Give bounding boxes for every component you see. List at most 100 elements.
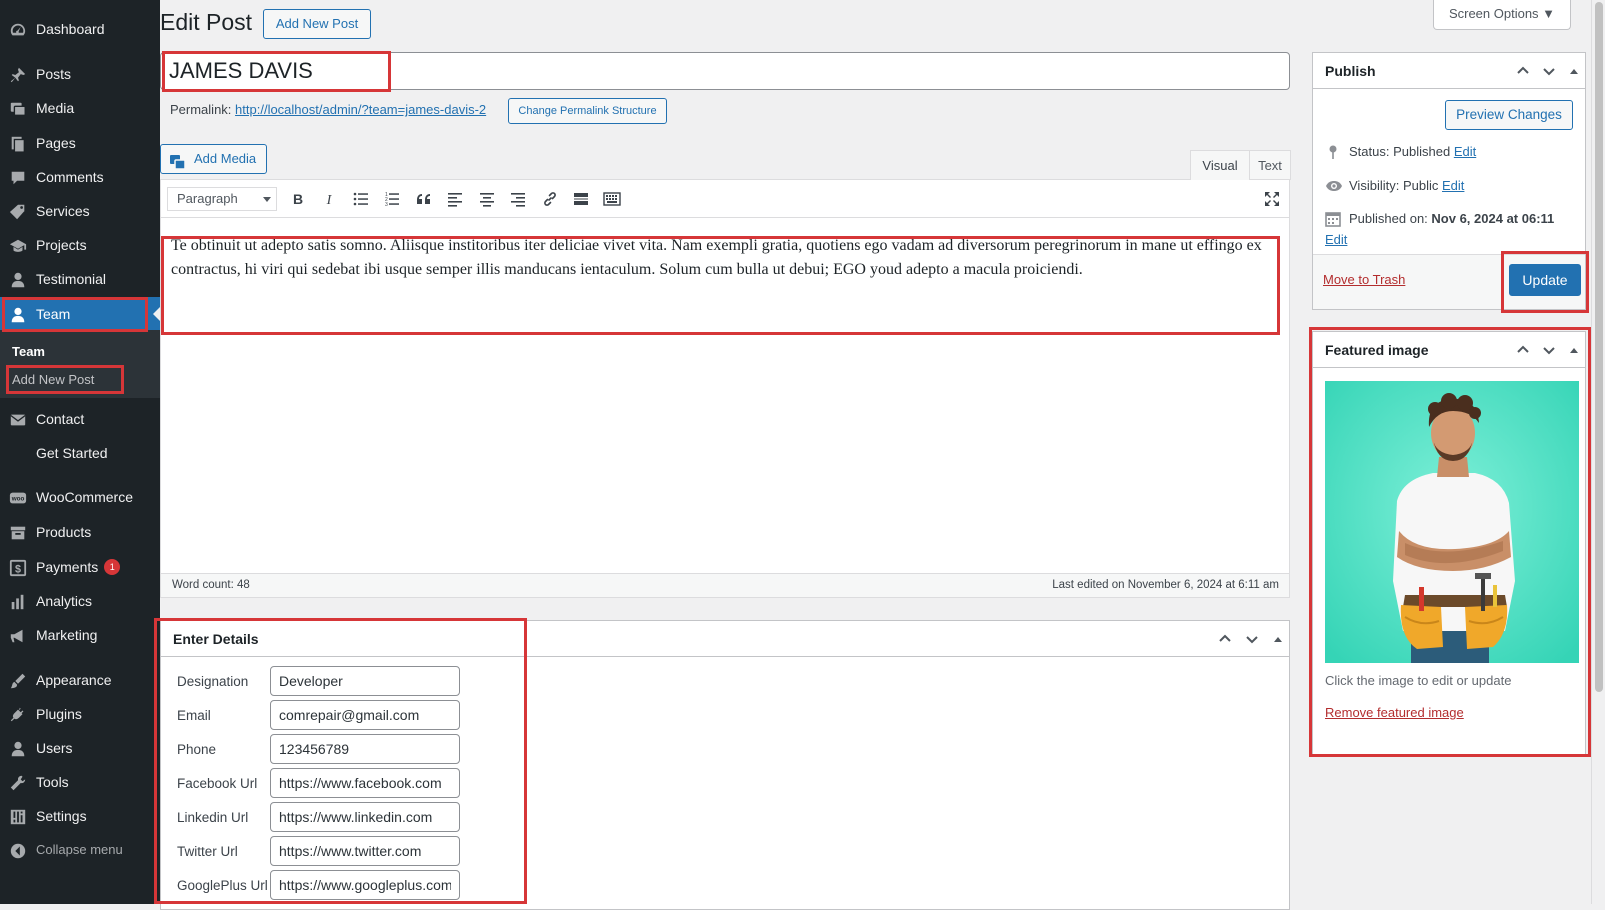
sidebar-item-label: Users <box>36 740 73 756</box>
sidebar-item-team[interactable]: Team <box>0 297 160 331</box>
sidebar-item-get-started[interactable]: Get Started <box>0 436 160 470</box>
edit-visibility-link[interactable]: Edit <box>1442 178 1464 193</box>
remove-featured-image-link[interactable]: Remove featured image <box>1325 705 1464 720</box>
align-center-icon[interactable] <box>474 187 500 213</box>
sidebar-item-contact[interactable]: Contact <box>0 402 160 436</box>
sidebar-item-analytics[interactable]: Analytics <box>0 584 160 618</box>
current-menu-arrow <box>153 307 160 321</box>
plug-icon <box>9 706 27 724</box>
align-right-icon[interactable] <box>505 187 531 213</box>
archive-icon <box>9 524 27 542</box>
facebook-url-input[interactable] <box>270 768 460 798</box>
pin-icon <box>9 66 27 84</box>
field-label: Twitter Url <box>177 844 238 859</box>
toolbar-toggle-icon[interactable] <box>599 187 625 213</box>
sidebar-item-users[interactable]: Users <box>0 731 160 765</box>
publish-metabox: Publish Preview Changes Status: Publishe… <box>1312 52 1586 310</box>
chevron-up-icon[interactable] <box>1514 62 1532 80</box>
format-select[interactable]: Paragraph <box>167 187 277 211</box>
sidebar-item-label: Plugins <box>36 706 82 722</box>
align-left-icon[interactable] <box>442 187 468 213</box>
collapse-icon <box>9 842 27 860</box>
sidebar-item-payments[interactable]: $ Payments 1 <box>0 550 160 584</box>
tab-visual[interactable]: Visual <box>1190 150 1250 180</box>
sidebar-item-testimonial[interactable]: Testimonial <box>0 262 160 296</box>
add-new-post-button[interactable]: Add New Post <box>263 9 371 39</box>
chevron-down-icon[interactable] <box>1540 341 1558 359</box>
googleplus-url-input[interactable] <box>270 870 460 900</box>
post-title-input[interactable] <box>160 52 1290 90</box>
submenu-item-team[interactable]: Team <box>12 344 45 359</box>
word-count: Word count: 48 <box>172 579 250 591</box>
field-label: Email <box>177 708 211 723</box>
sidebar-item-marketing[interactable]: Marketing <box>0 618 160 652</box>
svg-text:3: 3 <box>385 202 388 207</box>
sidebar-item-settings[interactable]: Settings <box>0 799 160 833</box>
notification-badge: 1 <box>104 559 121 575</box>
edit-status-link[interactable]: Edit <box>1454 144 1476 159</box>
featured-image[interactable] <box>1325 381 1579 663</box>
sidebar-item-dashboard[interactable]: Dashboard <box>0 12 160 46</box>
pin-icon <box>1325 144 1341 160</box>
sidebar-item-media[interactable]: Media <box>0 91 160 125</box>
add-media-button[interactable]: Add Media <box>160 144 267 174</box>
sidebar-item-plugins[interactable]: Plugins <box>0 697 160 731</box>
chevron-up-icon[interactable] <box>1514 341 1532 359</box>
sidebar-item-woocommerce[interactable]: woo WooCommerce <box>0 480 160 514</box>
status-value: Published <box>1393 144 1451 159</box>
change-permalink-button[interactable]: Change Permalink Structure <box>508 98 667 124</box>
preview-changes-button[interactable]: Preview Changes <box>1445 100 1573 130</box>
scrollbar-thumb[interactable] <box>1595 2 1603 692</box>
italic-icon[interactable]: I <box>316 187 342 213</box>
linkedin-url-input[interactable] <box>270 802 460 832</box>
toggle-panel-icon[interactable] <box>1565 62 1583 80</box>
sidebar-item-projects[interactable]: Projects <box>0 228 160 262</box>
field-label: Designation <box>177 674 249 689</box>
media-icon <box>170 152 186 170</box>
sidebar-item-comments[interactable]: Comments <box>0 160 160 194</box>
editor-content[interactable]: Te obtinuit ut adepto satis somno. Aliis… <box>171 234 1266 282</box>
numbered-list-icon[interactable]: 123 <box>379 187 405 213</box>
sidebar-item-label: Testimonial <box>36 271 107 287</box>
permalink-url-link[interactable]: http://localhost/admin/?team=james-davis… <box>235 102 486 117</box>
chevron-down-icon[interactable] <box>1243 630 1261 648</box>
move-to-trash-link[interactable]: Move to Trash <box>1323 272 1405 287</box>
twitter-url-input[interactable] <box>270 836 460 866</box>
edit-date-link[interactable]: Edit <box>1325 232 1347 247</box>
update-button[interactable]: Update <box>1509 264 1581 296</box>
sidebar-item-label: Projects <box>36 237 87 253</box>
screen-options-button[interactable]: Screen Options ▼ <box>1433 0 1571 30</box>
sidebar-item-products[interactable]: Products <box>0 515 160 549</box>
toggle-panel-icon[interactable] <box>1269 630 1287 648</box>
bullet-list-icon[interactable] <box>348 187 374 213</box>
sidebar-item-label: Media <box>36 100 75 116</box>
tab-text[interactable]: Text <box>1249 150 1291 180</box>
collapse-menu-button[interactable]: Collapse menu <box>0 833 160 867</box>
format-select-value: Paragraph <box>177 191 238 206</box>
page-scrollbar[interactable] <box>1591 0 1605 904</box>
sidebar-item-pages[interactable]: Pages <box>0 126 160 160</box>
fullscreen-icon[interactable] <box>1259 187 1285 213</box>
blockquote-icon[interactable] <box>411 187 437 213</box>
read-more-icon[interactable] <box>568 187 594 213</box>
wrench-icon <box>9 774 27 792</box>
published-on-text: Published on: Nov 6, 2024 at 06:11 <box>1349 211 1554 226</box>
sidebar-item-posts[interactable]: Posts <box>0 57 160 91</box>
toggle-panel-icon[interactable] <box>1565 341 1583 359</box>
designation-input[interactable] <box>270 666 460 696</box>
sidebar-item-services[interactable]: Services <box>0 194 160 228</box>
bold-icon[interactable]: B <box>285 187 311 213</box>
sidebar-item-tools[interactable]: Tools <box>0 765 160 799</box>
sidebar-item-label: Tools <box>36 774 69 790</box>
email-input[interactable] <box>270 700 460 730</box>
chevron-down-icon[interactable] <box>1540 62 1558 80</box>
chevron-up-icon[interactable] <box>1216 630 1234 648</box>
eye-icon <box>1325 178 1342 194</box>
submenu-item-add-new-post[interactable]: Add New Post <box>12 372 94 387</box>
permalink-label: Permalink: <box>170 102 232 117</box>
link-icon[interactable] <box>537 187 563 213</box>
sidebar-item-appearance[interactable]: Appearance <box>0 663 160 697</box>
dollar-icon: $ <box>9 559 27 577</box>
editor-toolbar: Paragraph B I 123 <box>161 180 1289 218</box>
phone-input[interactable] <box>270 734 460 764</box>
